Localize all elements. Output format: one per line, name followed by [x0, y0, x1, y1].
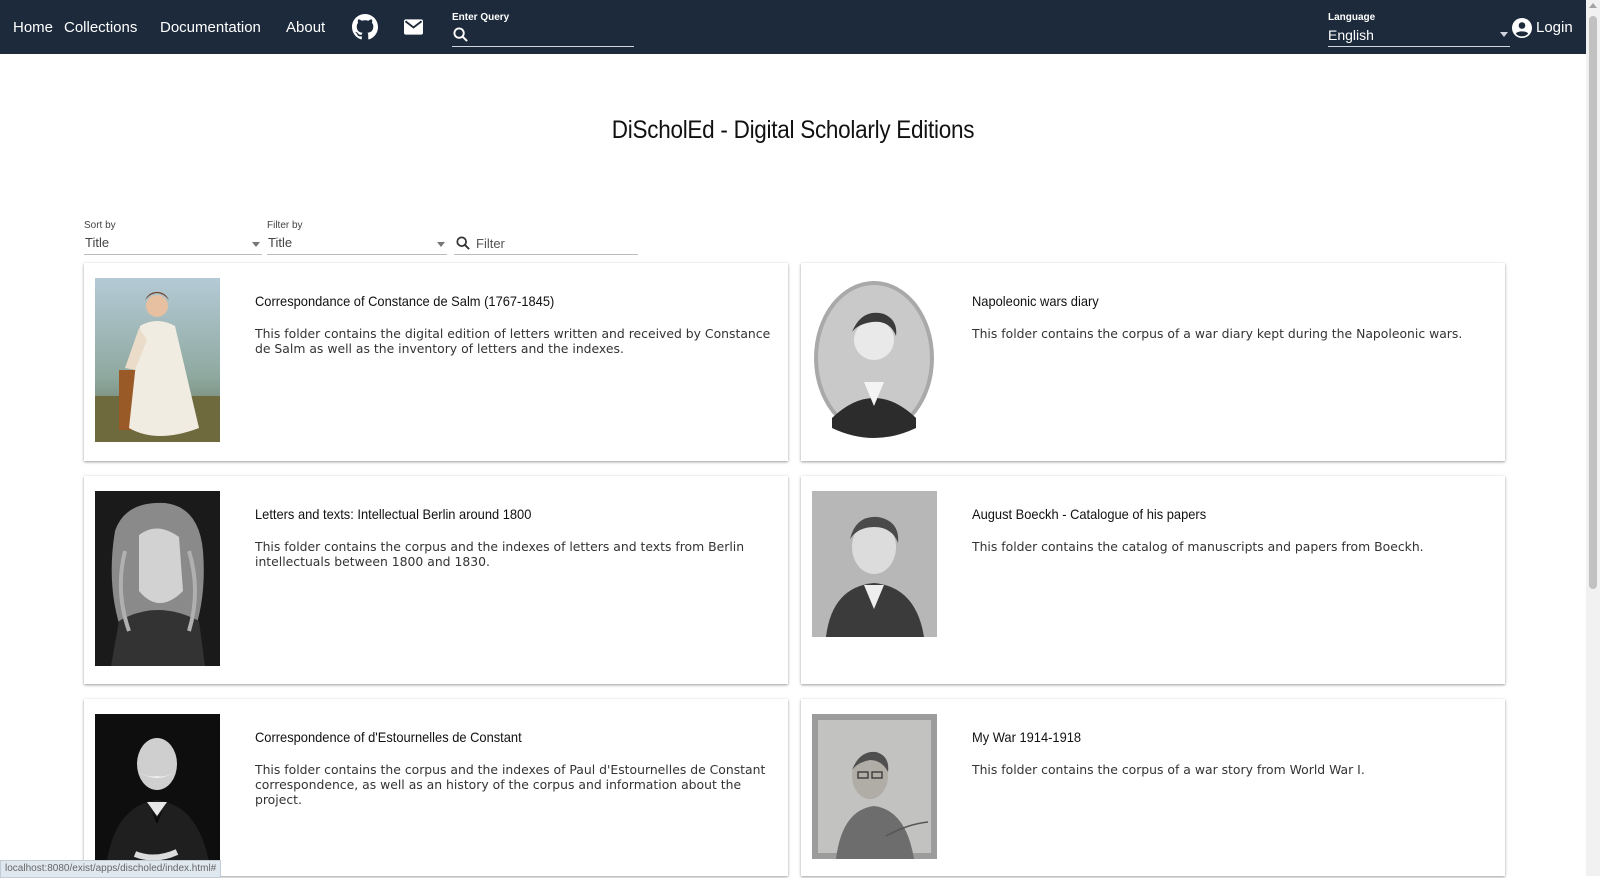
- page-scrollbar[interactable]: [1586, 0, 1600, 876]
- card-title: Napoleonic wars diary: [972, 293, 1099, 309]
- sort-by-label: Sort by: [84, 220, 116, 231]
- card-description: This folder contains the corpus of a war…: [972, 326, 1463, 341]
- collection-card-napoleonic[interactable]: Napoleonic wars diary This folder contai…: [801, 263, 1505, 461]
- filter-field[interactable]: [454, 232, 638, 255]
- card-title: Correspondence of d'Estournelles de Cons…: [255, 729, 522, 745]
- query-field[interactable]: Enter Query: [452, 10, 636, 47]
- search-icon: [453, 27, 468, 46]
- collection-card-estournelles[interactable]: Correspondence of d'Estournelles de Cons…: [84, 699, 788, 876]
- github-icon[interactable]: [352, 14, 378, 44]
- scroll-thumb[interactable]: [1589, 16, 1597, 589]
- card-portrait-image: [95, 278, 220, 442]
- page-title: DiScholEd - Digital Scholarly Editions: [611, 116, 975, 144]
- collection-card-berlin[interactable]: Letters and texts: Intellectual Berlin a…: [84, 476, 788, 684]
- login-label: Login: [1536, 19, 1573, 36]
- collection-card-boeckh[interactable]: August Boeckh - Catalogue of his papers …: [801, 476, 1505, 684]
- language-select[interactable]: Language English: [1328, 10, 1510, 47]
- filter-by-label: Filter by: [267, 220, 303, 231]
- sort-by-select[interactable]: Sort by Title: [84, 218, 262, 255]
- collection-card-salm[interactable]: Correspondance of Constance de Salm (176…: [84, 263, 788, 461]
- card-description: This folder contains the catalog of manu…: [972, 539, 1424, 554]
- filter-by-select[interactable]: Filter by Title: [267, 218, 447, 255]
- nav-collections-link[interactable]: Collections: [64, 19, 137, 36]
- filter-by-value: Title: [268, 235, 293, 250]
- card-title: My War 1914-1918: [972, 729, 1082, 745]
- account-circle-icon: [1512, 18, 1532, 38]
- query-label: Enter Query: [452, 12, 510, 23]
- card-title: Correspondance of Constance de Salm (176…: [255, 293, 555, 309]
- language-label: Language: [1328, 12, 1376, 23]
- filter-input[interactable]: [474, 233, 638, 253]
- chevron-down-icon: [1500, 32, 1508, 37]
- query-input[interactable]: [472, 26, 636, 46]
- card-title: Letters and texts: Intellectual Berlin a…: [255, 506, 532, 522]
- card-description: This folder contains the corpus and the …: [255, 762, 766, 807]
- nav-about-link[interactable]: About: [286, 19, 325, 36]
- chevron-down-icon: [437, 242, 445, 247]
- card-portrait-image: [95, 714, 220, 876]
- card-portrait-image: [812, 278, 937, 438]
- sort-by-value: Title: [85, 235, 110, 250]
- collection-card-my-war[interactable]: My War 1914-1918 This folder contains th…: [801, 699, 1505, 876]
- card-description: This folder contains the corpus and the …: [255, 539, 745, 569]
- top-navbar: Home Collections Documentation About Ent…: [0, 0, 1586, 54]
- scroll-up-arrow-icon[interactable]: [1589, 3, 1597, 8]
- card-description: This folder contains the digital edition…: [255, 326, 771, 356]
- language-value: English: [1328, 27, 1374, 43]
- card-description: This folder contains the corpus of a war…: [972, 762, 1365, 777]
- chevron-down-icon: [252, 242, 260, 247]
- card-portrait-image: [812, 491, 937, 637]
- browser-status-url: localhost:8080/exist/apps/discholed/inde…: [0, 860, 222, 878]
- mail-icon[interactable]: [404, 19, 423, 39]
- card-title: August Boeckh - Catalogue of his papers: [972, 506, 1207, 522]
- nav-home-link[interactable]: Home: [13, 19, 53, 36]
- nav-documentation-link[interactable]: Documentation: [160, 19, 261, 36]
- card-portrait-image: [95, 491, 220, 666]
- search-icon: [456, 235, 470, 254]
- card-portrait-image: [812, 714, 937, 859]
